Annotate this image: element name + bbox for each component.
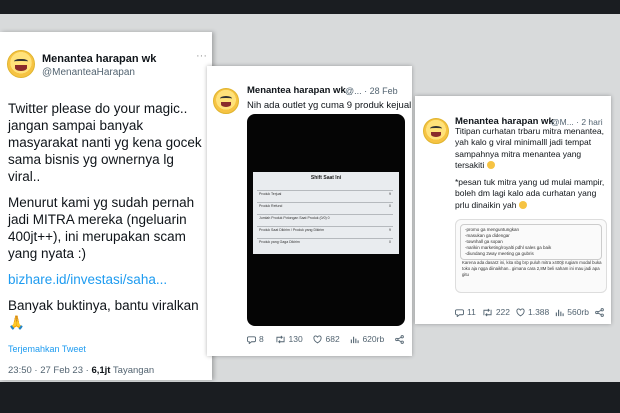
reply-button[interactable]: 11 [455,307,476,317]
like-button[interactable]: 1.388 [516,307,549,317]
author-handle[interactable]: @... · 28 Feb [345,86,398,96]
tweet-paragraph-1: Titipan curhatan trbaru mitra menantea, … [455,126,604,170]
share-button[interactable] [595,307,607,317]
author-handle[interactable]: @MenanteaHarapan [42,67,135,78]
reply-button[interactable]: 8 [247,334,264,344]
tweet-media[interactable]: Shift Saat Ini Produk Terjual 9 Produk Re… [247,114,405,326]
screenshot-row: Produk Terjual 9 [257,190,393,200]
avatar[interactable] [7,50,35,78]
screenshot-row: Produk yang Gaga Dikirim 0 [257,238,393,248]
tweet-paragraph-2: Menurut kami yg sudah pernah jadi MITRA … [8,195,195,261]
author-name[interactable]: Menantea harapan wk [247,85,346,96]
view-count: 6,1jt [91,365,111,376]
views-button[interactable]: 620rb [350,334,384,344]
share-button[interactable] [395,334,407,344]
translate-link[interactable]: Terjemahkan Tweet [8,344,86,354]
emoji-icon [518,200,527,209]
emoji-icon [486,160,495,169]
share-icon [595,307,604,317]
author-name[interactable]: Menantea harapan wk [42,53,156,65]
analytics-icon [556,309,564,316]
retweet-icon [275,335,285,343]
chat-bubble: -promo ga menguntungkan -masukan ga dide… [460,224,602,260]
tweet-closing: Banyak buktinya, bantu viralkan [8,298,199,313]
sales-screenshot: Shift Saat Ini Produk Terjual 9 Produk Re… [253,172,399,254]
tweet-text: Titipan curhatan trbaru mitra menantea, … [455,126,605,217]
share-icon [395,334,404,344]
tweet-text: Nih ada outlet yg cuma 9 produk kejual [247,100,412,111]
retweet-button[interactable]: 130 [275,334,303,344]
like-button[interactable]: 682 [313,334,340,344]
view-label: Tayangan [110,365,155,376]
screenshot-row: Jumlah Produk Potongan Saat Produk (0/0)… [257,214,393,224]
screenshot-collage: Menantea harapan wk @MenanteaHarapan ···… [0,14,620,382]
tweet-paragraph-1: Twitter please do your magic.. jangan sa… [8,101,202,184]
reply-icon [247,335,256,344]
avatar[interactable] [423,118,449,144]
tweet-outlet: Menantea harapan wk @... · 28 Feb Nih ad… [207,66,412,356]
retweet-icon [483,308,492,316]
image-text: Karena ada dasar2 ini, kita sbg brp pulu… [462,260,602,277]
image-line: -diundang 2way meeting ga gubris [465,251,534,256]
tweet-text: Twitter please do your magic.. jangan sa… [8,100,208,340]
folded-hands-icon: 🙏 [8,315,25,330]
retweet-button[interactable]: 222 [482,307,510,317]
analytics-icon [351,336,360,343]
tweet-main: Menantea harapan wk @MenanteaHarapan ···… [0,32,212,380]
tweet-actions: 11 222 1.388 560rb [455,307,607,317]
screenshot-row: Produk Refund 0 [257,202,393,212]
avatar[interactable] [213,88,239,114]
tweet-paragraph-2: *pesan tuk mitra yang ud mulai mampir, b… [455,177,605,210]
heart-icon [313,335,323,343]
tweet-actions: 8 130 682 620rb [247,334,407,344]
heart-icon [516,308,525,316]
views-button[interactable]: 560rb [555,307,589,317]
tweet-link[interactable]: bizhare.id/investasi/saha... [8,272,167,287]
more-options-icon[interactable]: ··· [196,50,207,62]
screenshot-row: Produk Saat Dikirim / Produk yang Dikiri… [257,226,393,236]
screenshot-title: Shift Saat Ini [310,175,342,181]
tweet-meta: 23:50 · 27 Feb 23 · 6,1jt Tayangan [8,365,154,376]
tweet-media[interactable]: -promo ga menguntungkan -masukan ga dide… [455,219,607,293]
tweet-curhatan: Menantea harapan wk @M... · 2 hari Titip… [415,96,611,324]
reply-icon [455,308,464,317]
tweet-time: 23:50 · 27 Feb 23 · [8,365,92,376]
